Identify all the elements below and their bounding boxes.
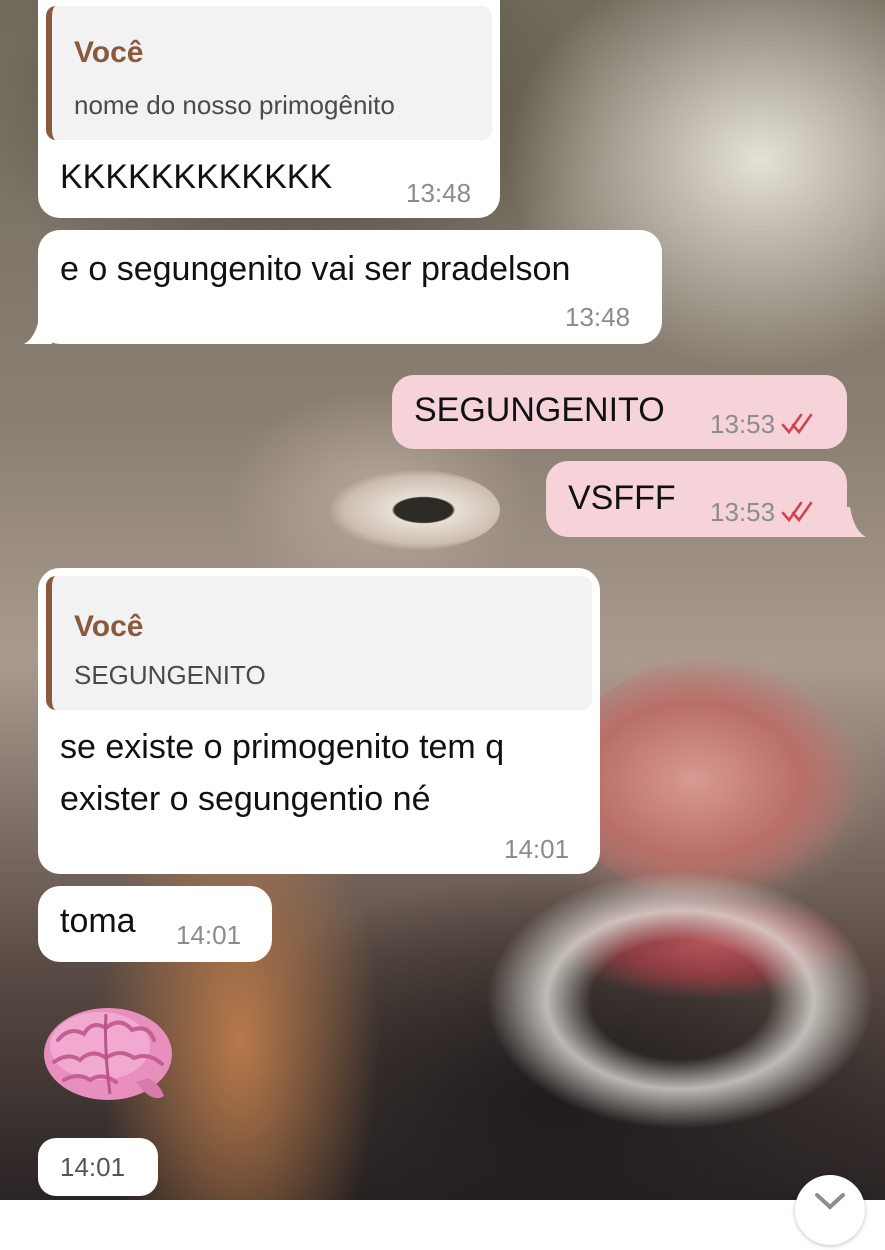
- brain-icon: [44, 1008, 172, 1100]
- wallpaper-photo-detail: [470, 860, 885, 1140]
- message-text: toma: [60, 902, 136, 940]
- message-time: 14:01: [60, 1152, 126, 1182]
- message-time: 13:53: [710, 497, 815, 530]
- bubble-tail: [840, 507, 866, 537]
- message-text-line: exister o segungentio né: [60, 780, 431, 818]
- message-time: 14:01: [504, 834, 570, 864]
- message-time-label: 13:53: [710, 409, 776, 439]
- message-time-label: 13:53: [710, 497, 776, 527]
- message-bubble-incoming[interactable]: e o segungenito vai ser pradelson 13:48: [38, 230, 662, 344]
- reply-quote[interactable]: Você SEGUNGENITO: [46, 576, 592, 710]
- message-text-line: se existe o primogenito tem q: [60, 728, 505, 766]
- message-text: e o segungenito vai ser pradelson: [60, 250, 571, 288]
- message-bubble-incoming[interactable]: toma 14:01: [38, 886, 272, 962]
- message-time: 13:48: [406, 178, 472, 208]
- reply-author: Você: [74, 36, 144, 69]
- reply-text: SEGUNGENITO: [74, 660, 266, 690]
- reply-text: nome do nosso primogênito: [74, 90, 395, 120]
- message-text: KKKKKKKKKKKK: [60, 158, 333, 196]
- message-text: SEGUNGENITO: [414, 391, 665, 429]
- message-time: 13:48: [565, 302, 631, 332]
- message-time: 13:53: [710, 409, 815, 442]
- message-bubble-outgoing[interactable]: SEGUNGENITO 13:53: [392, 375, 847, 449]
- read-receipt-icon: [781, 412, 815, 442]
- sticker-time-bubble: 14:01: [38, 1138, 158, 1196]
- read-receipt-icon: [781, 500, 815, 530]
- brain-sticker[interactable]: [40, 1000, 180, 1120]
- wallpaper-photo-detail: [330, 470, 500, 550]
- scroll-down-button[interactable]: [795, 1175, 865, 1245]
- message-bubble-incoming[interactable]: Você nome do nosso primogênito KKKKKKKKK…: [38, 0, 500, 218]
- reply-quote[interactable]: Você nome do nosso primogênito: [46, 6, 492, 140]
- message-bubble-incoming[interactable]: Você SEGUNGENITO se existe o primogenito…: [38, 568, 600, 874]
- chevron-down-icon: [815, 1193, 845, 1210]
- bubble-tail: [24, 314, 52, 344]
- message-text: VSFFF: [568, 479, 676, 517]
- message-bubble-outgoing[interactable]: VSFFF 13:53: [546, 461, 847, 537]
- message-time: 14:01: [176, 920, 242, 950]
- reply-author: Você: [74, 610, 144, 643]
